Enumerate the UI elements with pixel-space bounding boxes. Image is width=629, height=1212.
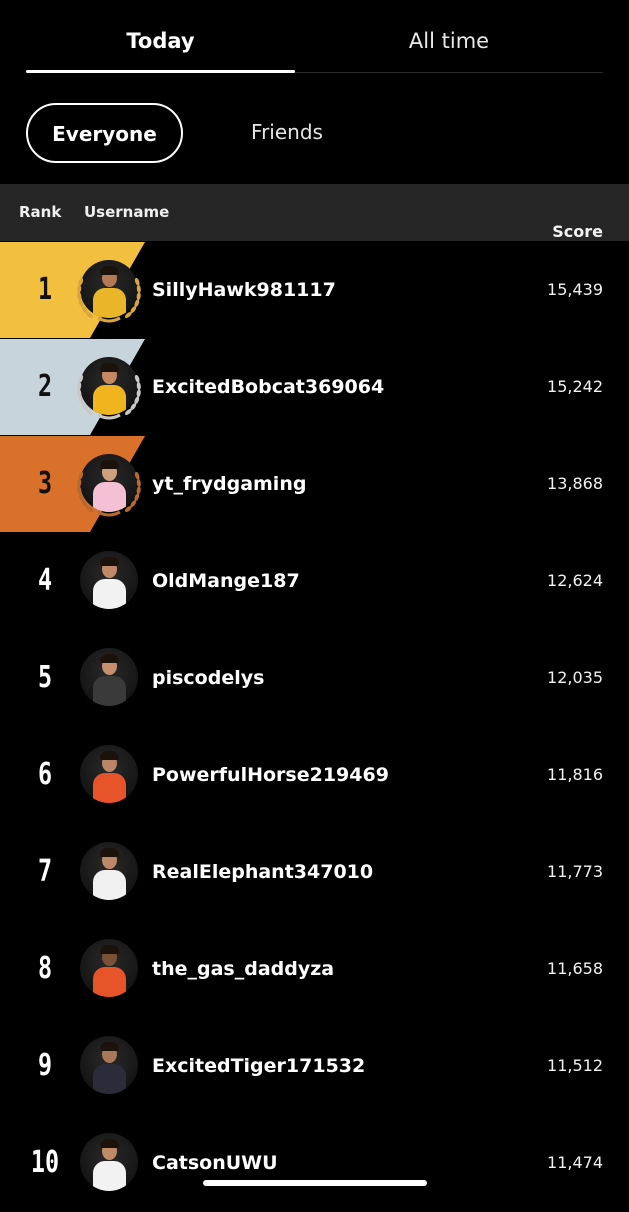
avatar[interactable] bbox=[76, 258, 142, 324]
avatar-body bbox=[93, 676, 126, 706]
rank-number: 5 bbox=[37, 660, 53, 695]
avatar[interactable] bbox=[76, 743, 142, 809]
score-value: 12,624 bbox=[547, 571, 603, 590]
username-column-header: Username bbox=[84, 203, 170, 221]
score-value: 15,242 bbox=[547, 377, 603, 396]
rank-number: 2 bbox=[37, 369, 53, 404]
avatar-body bbox=[93, 1161, 126, 1191]
avatar-image bbox=[80, 842, 138, 900]
avatar-image bbox=[80, 551, 138, 609]
username-label: ExcitedTiger171532 bbox=[152, 1055, 366, 1077]
username-label: OldMange187 bbox=[152, 570, 300, 592]
avatar-hair bbox=[100, 848, 119, 857]
tab-today[interactable]: Today bbox=[26, 0, 295, 72]
avatar[interactable] bbox=[76, 549, 142, 615]
laurel-wreath-icon bbox=[77, 277, 141, 323]
username-label: piscodelys bbox=[152, 667, 265, 689]
leaderboard-row[interactable]: 4 OldMange187 12,624 bbox=[0, 533, 629, 630]
username-label: the_gas_daddyza bbox=[152, 958, 335, 980]
avatar-hair bbox=[100, 557, 119, 566]
score-value: 11,773 bbox=[547, 862, 603, 881]
laurel-wreath-icon bbox=[77, 471, 141, 517]
score-value: 11,816 bbox=[547, 765, 603, 784]
rank-number: 10 bbox=[30, 1145, 60, 1180]
rank-number: 1 bbox=[37, 272, 53, 307]
filter-everyone-button[interactable]: Everyone bbox=[26, 103, 183, 163]
username-label: RealElephant347010 bbox=[152, 861, 374, 883]
username-label: PowerfulHorse219469 bbox=[152, 764, 389, 786]
rank-column-header: Rank bbox=[19, 203, 62, 221]
filter-friends-button[interactable]: Friends bbox=[218, 103, 356, 163]
avatar[interactable] bbox=[76, 840, 142, 906]
period-tabs: Today All time bbox=[26, 0, 603, 74]
avatar-hair bbox=[100, 1139, 119, 1148]
avatar[interactable] bbox=[76, 646, 142, 712]
rank-number: 7 bbox=[37, 854, 53, 889]
rank-number: 3 bbox=[37, 466, 53, 501]
score-value: 11,512 bbox=[547, 1056, 603, 1075]
tab-all-time[interactable]: All time bbox=[295, 0, 603, 72]
leaderboard-row[interactable]: 8 the_gas_daddyza 11,658 bbox=[0, 921, 629, 1018]
avatar-body bbox=[93, 870, 126, 900]
avatar-hair bbox=[100, 1042, 119, 1051]
avatar[interactable] bbox=[76, 355, 142, 421]
active-tab-indicator bbox=[26, 70, 295, 73]
leaderboard-list: 1 SillyHawk981117 15,439 2 ExcitedBobcat3690… bbox=[0, 242, 629, 1212]
avatar-hair bbox=[100, 654, 119, 663]
rank-number: 6 bbox=[37, 757, 53, 792]
avatar[interactable] bbox=[76, 452, 142, 518]
avatar-image bbox=[80, 1036, 138, 1094]
leaderboard-row[interactable]: 10 CatsonUWU 11,474 bbox=[0, 1115, 629, 1212]
leaderboard-row[interactable]: 2 ExcitedBobcat369064 15,242 bbox=[0, 339, 629, 436]
avatar[interactable] bbox=[76, 1131, 142, 1197]
score-value: 13,868 bbox=[547, 474, 603, 493]
avatar-image bbox=[80, 745, 138, 803]
leaderboard-header: Rank Username Score bbox=[0, 184, 629, 241]
home-indicator[interactable] bbox=[203, 1180, 427, 1186]
avatar[interactable] bbox=[76, 937, 142, 1003]
avatar-body bbox=[93, 967, 126, 997]
leaderboard-row[interactable]: 9 ExcitedTiger171532 11,512 bbox=[0, 1018, 629, 1115]
avatar-image bbox=[80, 1133, 138, 1191]
rank-number: 4 bbox=[37, 563, 53, 598]
username-label: SillyHawk981117 bbox=[152, 279, 336, 301]
leaderboard-row[interactable]: 5 piscodelys 12,035 bbox=[0, 630, 629, 727]
avatar-hair bbox=[100, 945, 119, 954]
leaderboard-row[interactable]: 1 SillyHawk981117 15,439 bbox=[0, 242, 629, 339]
score-value: 15,439 bbox=[547, 280, 603, 299]
avatar[interactable] bbox=[76, 1034, 142, 1100]
leaderboard-row[interactable]: 3 yt_frydgaming 13,868 bbox=[0, 436, 629, 533]
laurel-wreath-icon bbox=[77, 374, 141, 420]
score-value: 11,658 bbox=[547, 959, 603, 978]
rank-number: 8 bbox=[37, 951, 53, 986]
username-label: CatsonUWU bbox=[152, 1152, 278, 1174]
username-label: ExcitedBobcat369064 bbox=[152, 376, 385, 398]
avatar-image bbox=[80, 939, 138, 997]
username-label: yt_frydgaming bbox=[152, 473, 307, 495]
avatar-body bbox=[93, 1064, 126, 1094]
leaderboard-row[interactable]: 7 RealElephant347010 11,773 bbox=[0, 824, 629, 921]
avatar-body bbox=[93, 579, 126, 609]
rank-number: 9 bbox=[37, 1048, 53, 1083]
avatar-body bbox=[93, 773, 126, 803]
avatar-hair bbox=[100, 751, 119, 760]
avatar-image bbox=[80, 648, 138, 706]
leaderboard-row[interactable]: 6 PowerfulHorse219469 11,816 bbox=[0, 727, 629, 824]
score-value: 12,035 bbox=[547, 668, 603, 687]
score-value: 11,474 bbox=[547, 1153, 603, 1172]
